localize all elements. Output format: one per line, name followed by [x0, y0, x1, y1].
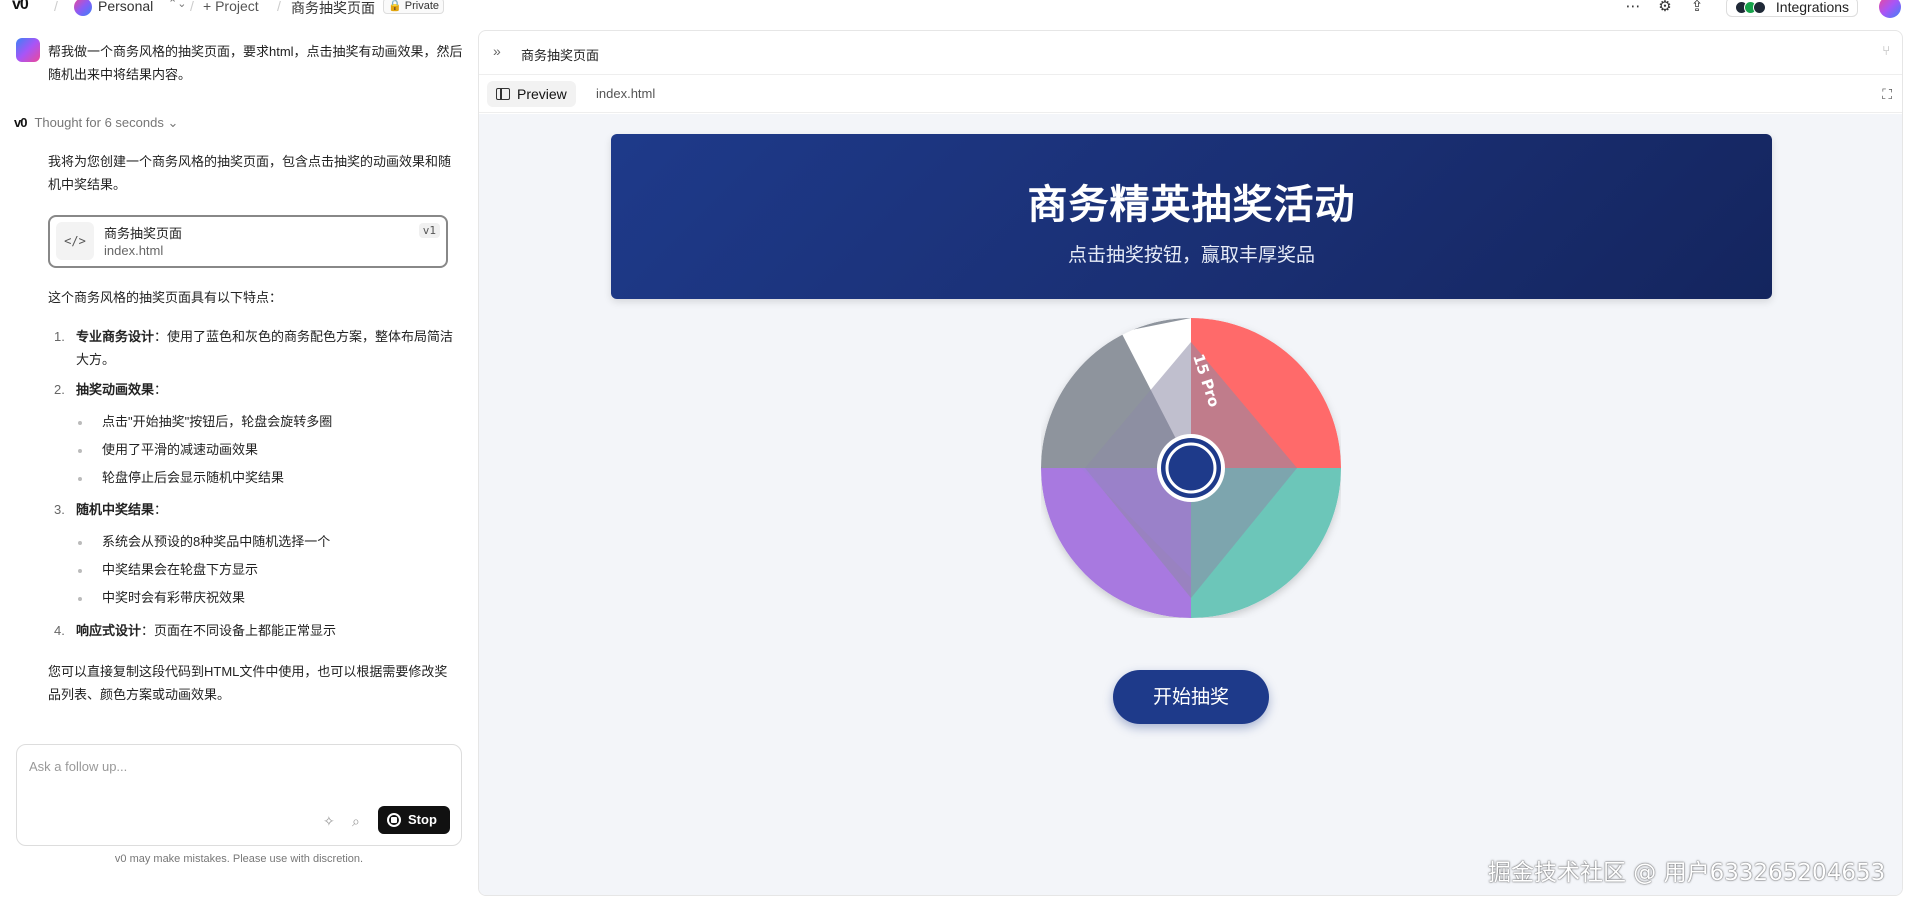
watermark: 掘金技术社区 @ 用户633265204653: [1488, 860, 1886, 886]
list-item: 中奖时会有彩带庆祝效果: [78, 588, 460, 608]
list-item-text: 使用了平滑的减速动画效果: [102, 442, 259, 457]
integrations-label: Integrations: [1775, 0, 1850, 15]
feature-desc: ：: [154, 502, 168, 517]
breadcrumb-separator: /: [54, 0, 58, 14]
private-label: Private: [404, 0, 440, 12]
prize-wheel: 15 Pro: [1041, 318, 1341, 618]
start-draw-button[interactable]: 开始抽奖: [1113, 670, 1269, 724]
fullscreen-icon[interactable]: ⛶: [1882, 86, 1892, 103]
feature-title: 抽奖动画效果: [76, 382, 155, 397]
user-avatar[interactable]: [1879, 0, 1901, 18]
chevrons-right-icon[interactable]: »: [493, 43, 501, 59]
share-icon[interactable]: ⇪: [1688, 0, 1706, 15]
tab-code-file[interactable]: index.html: [596, 81, 655, 107]
preview-tabs: Preview index.html ⛶: [479, 75, 1902, 113]
tab-preview-label: Preview: [517, 86, 567, 102]
thought-label: Thought for 6 seconds: [34, 115, 164, 130]
list-item: 点击"开始抽奖"按钮后，轮盘会旋转多圈: [78, 412, 460, 432]
branch-icon[interactable]: ⑂: [1882, 43, 1890, 58]
list-item: 系统会从预设的8种奖品中随机选择一个: [78, 532, 460, 552]
gear-icon[interactable]: ⚙: [1656, 0, 1674, 15]
integration-icon: [1753, 1, 1766, 14]
version-badge: v1: [418, 223, 440, 238]
code-card-title: 商务抽奖页面: [104, 226, 183, 241]
list-number: 1.: [54, 329, 65, 344]
list-number: 4.: [54, 623, 65, 638]
chat-title[interactable]: 商务抽奖页面: [291, 0, 375, 18]
workspace-selector[interactable]: Personal: [98, 0, 153, 14]
followup-box: ✧ ⌕ Stop: [16, 744, 462, 846]
code-card-file: index.html: [104, 243, 164, 258]
list-item-text: 中奖时会有彩带庆祝效果: [102, 590, 246, 605]
feature-item: 3. 随机中奖结果：: [54, 498, 458, 521]
assistant-intro: 我将为您创建一个商务风格的抽奖页面，包含点击抽奖的动画效果和随机中奖结果。: [48, 154, 452, 192]
private-badge: 🔒 Private: [383, 0, 445, 14]
features-intro: 这个商务风格的抽奖页面具有以下特点：: [48, 290, 283, 305]
feature-title: 响应式设计: [76, 623, 142, 638]
paperclip-icon[interactable]: ⌕: [352, 813, 360, 830]
integrations-button[interactable]: Integrations: [1726, 0, 1859, 17]
preview-content: 商务精英抽奖活动 点击抽奖按钮，赢取丰厚奖品 15 Pro 开始抽奖: [479, 114, 1902, 895]
list-item-text: 中奖结果会在轮盘下方显示: [102, 562, 259, 577]
stop-label: Stop: [408, 812, 437, 827]
feature-desc: ：页面在不同设备上都能正常显示: [141, 623, 337, 638]
chevron-updown-icon[interactable]: ⌃⌄: [168, 0, 186, 10]
more-icon[interactable]: ⋯: [1624, 0, 1642, 15]
feature-item: 1. 专业商务设计：使用了蓝色和灰色的商务配色方案，整体布局简洁大方。: [54, 325, 458, 371]
tab-preview[interactable]: Preview: [487, 81, 576, 107]
list-item-text: 点击"开始抽奖"按钮后，轮盘会旋转多圈: [102, 414, 333, 429]
wheel-center-button[interactable]: [1161, 438, 1221, 498]
list-number: 2.: [54, 382, 65, 397]
chevron-down-icon: ⌄: [167, 115, 179, 130]
list-item: 使用了平滑的减速动画效果: [78, 440, 460, 460]
preview-title: 商务抽奖页面: [521, 48, 600, 63]
lottery-banner: 商务精英抽奖活动 点击抽奖按钮，赢取丰厚奖品: [611, 134, 1772, 299]
list-item: 中奖结果会在轮盘下方显示: [78, 560, 460, 580]
thought-toggle[interactable]: v0 Thought for 6 seconds ⌄: [14, 115, 178, 131]
banner-subtitle: 点击抽奖按钮，赢取丰厚奖品: [1067, 244, 1315, 266]
code-card[interactable]: </> 商务抽奖页面 index.html v1: [48, 215, 448, 268]
assistant-closing: 您可以直接复制这段代码到HTML文件中使用，也可以根据需要修改奖品列表、颜色方案…: [48, 664, 448, 702]
banner-title: 商务精英抽奖活动: [1027, 182, 1356, 228]
add-project-button[interactable]: + Project: [203, 0, 259, 14]
disclaimer: v0 may make mistakes. Please use with di…: [114, 853, 364, 865]
top-bar: v0 / Personal ⌃⌄ / + Project / 商务抽奖页面 🔒 …: [0, 0, 1917, 18]
breadcrumb-separator: /: [190, 0, 194, 14]
preview-icon: [496, 88, 510, 100]
v0-icon: v0: [14, 115, 28, 130]
list-number: 3.: [54, 502, 65, 517]
feature-desc: ：: [154, 382, 168, 397]
breadcrumb-separator: /: [277, 0, 281, 14]
workspace-avatar: [74, 0, 92, 16]
stop-button[interactable]: Stop: [378, 806, 450, 834]
v0-logo[interactable]: v0: [12, 0, 29, 14]
stop-icon: [387, 813, 401, 827]
followup-input[interactable]: [29, 755, 449, 777]
feature-title: 随机中奖结果: [76, 502, 155, 517]
user-message-text: 帮我做一个商务风格的抽奖页面，要求html，点击抽奖有动画效果，然后随机出来中将…: [48, 44, 463, 82]
code-icon: </>: [56, 222, 94, 260]
list-item-text: 轮盘停止后会显示随机中奖结果: [102, 470, 285, 485]
preview-panel: » 商务抽奖页面 ⑂ Preview index.html ⛶ 商务精英抽奖活动…: [478, 30, 1903, 896]
feature-item: 2. 抽奖动画效果：: [54, 378, 458, 401]
list-item-text: 系统会从预设的8种奖品中随机选择一个: [102, 534, 331, 549]
list-item: 轮盘停止后会显示随机中奖结果: [78, 468, 460, 488]
user-avatar: [16, 38, 40, 62]
preview-header: » 商务抽奖页面 ⑂: [479, 31, 1902, 75]
feature-item: 4. 响应式设计：页面在不同设备上都能正常显示: [54, 619, 458, 642]
feature-title: 专业商务设计: [76, 329, 155, 344]
sparkle-icon[interactable]: ✧: [323, 813, 335, 830]
